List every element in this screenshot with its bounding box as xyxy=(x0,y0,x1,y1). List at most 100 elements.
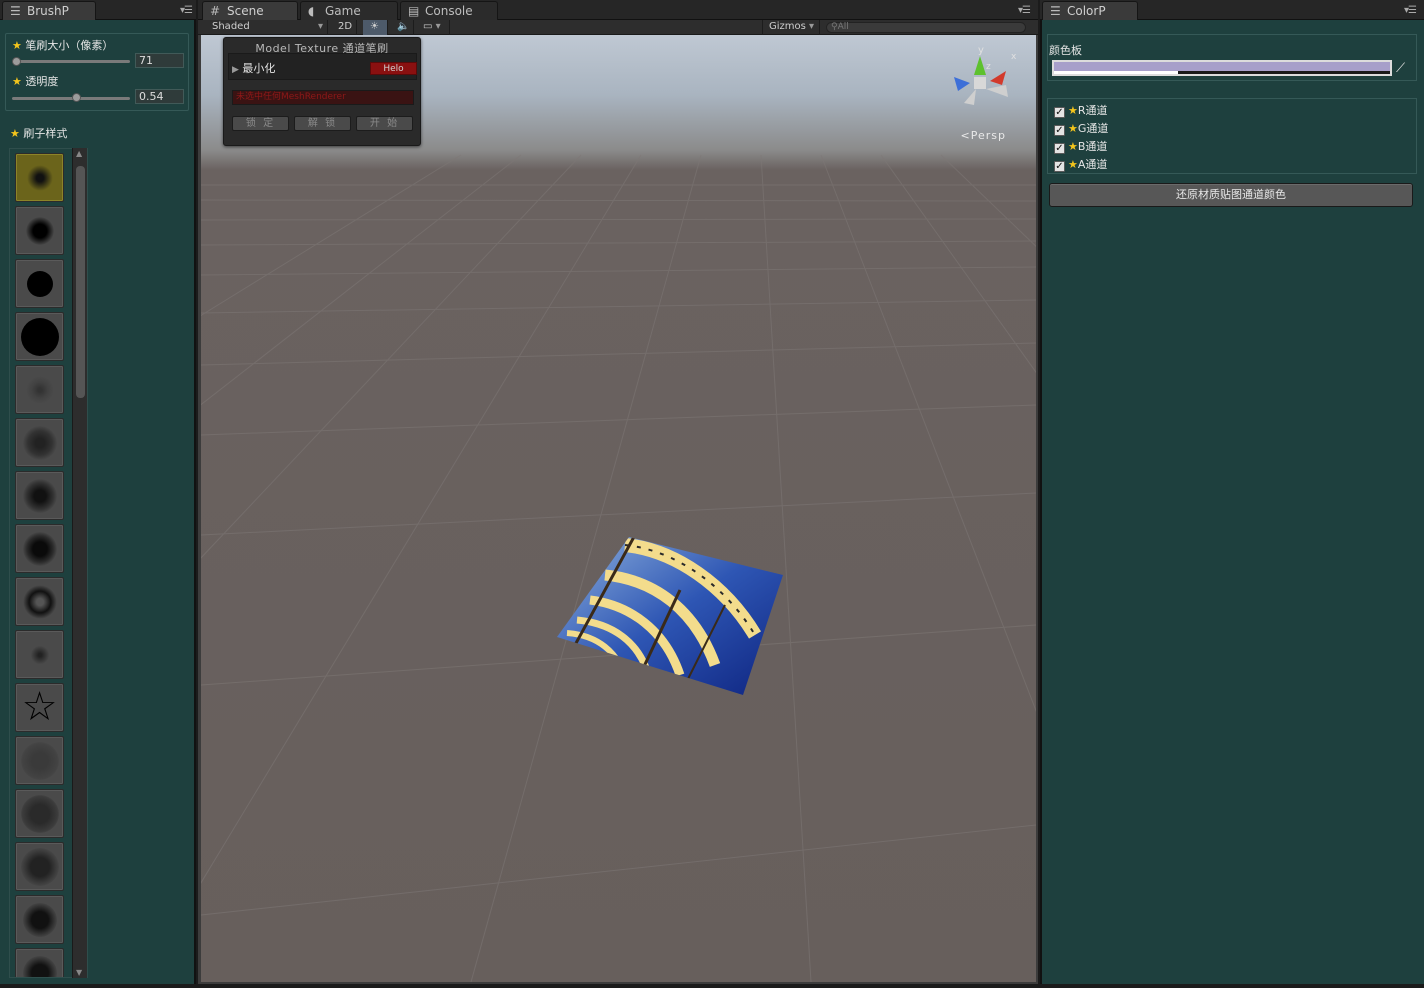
lighting-toggle[interactable]: ☀ xyxy=(363,20,388,35)
effects-dropdown[interactable]: ▭ ▾ xyxy=(418,20,450,35)
audio-toggle[interactable]: 🔈 xyxy=(390,20,414,35)
opacity-row: ★ 透明度 xyxy=(12,73,58,89)
dropdown-arrow-icon: ▾ xyxy=(809,21,815,32)
start-button[interactable]: 开 始 xyxy=(356,116,413,131)
minimize-foldout[interactable]: ▶ 最小化 xyxy=(232,60,275,76)
ground-grid xyxy=(201,154,1036,982)
brush-item-hard-large[interactable] xyxy=(15,312,64,361)
warning-field: 未选中任何MeshRenderer xyxy=(232,90,414,105)
opacity-label: 透明度 xyxy=(25,75,59,88)
brush-item-texture-4[interactable] xyxy=(15,895,64,944)
brush-item-spatter-2[interactable] xyxy=(15,418,64,467)
brush-item-soft-small[interactable] xyxy=(15,206,64,255)
brushp-panel: ★ 笔刷大小（像素） 71 ★ 透明度 0.54 ★ 刷子样式 ☆ ▲ ▼ xyxy=(0,20,196,984)
checkbox[interactable]: ✓ xyxy=(1054,107,1065,118)
scene-tabbar: # Scene ◖ Game ▤ Console ▾☰ xyxy=(198,0,1038,20)
persp-label[interactable]: <Persp xyxy=(961,129,1006,142)
eyedropper-icon[interactable]: ⟋ xyxy=(1396,61,1405,76)
brush-item-spatter-1[interactable] xyxy=(15,365,64,414)
color-field[interactable] xyxy=(1052,60,1392,76)
tab-brushp[interactable]: ☰ BrushP xyxy=(2,1,96,20)
tab-scene-label: Scene xyxy=(227,4,264,18)
brush-item-spatter-4[interactable] xyxy=(15,524,64,573)
brush-list-scrollbar[interactable]: ▲ ▼ xyxy=(72,148,87,978)
scroll-up-icon[interactable]: ▲ xyxy=(76,149,82,158)
lock-button[interactable]: 锁 定 xyxy=(232,116,289,131)
dropdown-arrow-icon: ▾ xyxy=(435,21,441,32)
scene-panel: Shaded ▾ 2D ☀ 🔈 ▭ ▾ Gizmos ▾ ⚲All y x z … xyxy=(198,20,1038,984)
grid-icon: # xyxy=(210,4,221,18)
brush-preview xyxy=(25,375,54,404)
brush-preview xyxy=(22,955,57,977)
brush-size-input[interactable]: 71 xyxy=(135,53,184,68)
brush-item-hard-medium[interactable] xyxy=(15,259,64,308)
minimize-label: 最小化 xyxy=(242,62,276,75)
search-icon: ⚲ xyxy=(831,22,838,32)
shading-mode-dropdown[interactable]: Shaded ▾ xyxy=(206,20,328,35)
unlock-button[interactable]: 解 锁 xyxy=(294,116,351,131)
panel-menu-icon[interactable]: ▾☰ xyxy=(180,5,193,16)
star-icon: ★ xyxy=(1068,158,1078,171)
brush-item-sparkle[interactable] xyxy=(15,630,64,679)
scene-viewport[interactable]: y x z <Persp Model Texture 通道笔刷 ▶ 最小化 He… xyxy=(201,35,1036,982)
channel-toggle-0[interactable]: ✓ ★R通道 xyxy=(1054,102,1108,118)
panel-menu-icon[interactable]: ▾☰ xyxy=(1018,5,1031,16)
channel-label: G通道 xyxy=(1077,122,1109,135)
scroll-down-icon[interactable]: ▼ xyxy=(76,968,82,977)
channel-label: B通道 xyxy=(1077,140,1108,153)
image-icon: ▭ xyxy=(423,21,433,32)
star-icon: ★ xyxy=(10,127,20,140)
gizmo-x-label: x xyxy=(1011,52,1017,62)
gizmos-dropdown[interactable]: Gizmos ▾ xyxy=(762,20,820,35)
checkbox[interactable]: ✓ xyxy=(1054,125,1065,136)
channel-toggle-3[interactable]: ✓ ★A通道 xyxy=(1054,156,1108,172)
tab-colorp[interactable]: ☰ ColorP xyxy=(1042,1,1138,20)
colorp-tabbar: ☰ ColorP ▾☰ xyxy=(1040,0,1424,20)
opacity-slider-thumb[interactable] xyxy=(71,93,81,102)
scene-search-input[interactable]: ⚲All xyxy=(826,22,1026,33)
brush-item-soft-blur[interactable] xyxy=(15,153,64,202)
opacity-input[interactable]: 0.54 xyxy=(135,89,184,104)
brush-item-star-outline[interactable]: ☆ xyxy=(15,683,64,732)
channel-toggle-2[interactable]: ✓ ★B通道 xyxy=(1054,138,1108,154)
scrollbar-thumb[interactable] xyxy=(76,166,85,398)
model-texture-brush-window: Model Texture 通道笔刷 ▶ 最小化 Helo 未选中任何MeshR… xyxy=(223,37,421,146)
brush-item-spatter-3[interactable] xyxy=(15,471,64,520)
brush-preview xyxy=(22,478,57,513)
checkbox[interactable]: ✓ xyxy=(1054,143,1065,154)
brush-preview xyxy=(22,425,57,460)
brush-item-flower[interactable] xyxy=(15,577,64,626)
toggle-2d-button[interactable]: 2D xyxy=(332,20,357,35)
star-icon: ★ xyxy=(1068,140,1078,153)
brush-size-slider-thumb[interactable] xyxy=(11,57,21,66)
tab-colorp-label: ColorP xyxy=(1067,4,1106,18)
tab-scene[interactable]: # Scene xyxy=(202,1,298,20)
brush-preview xyxy=(20,741,59,780)
tab-console[interactable]: ▤ Console xyxy=(400,1,498,20)
star-icon: ★ xyxy=(12,75,22,88)
panel-menu-icon[interactable]: ▾☰ xyxy=(1404,5,1417,16)
restore-channel-colors-button[interactable]: 还原材质贴图通道颜色 xyxy=(1049,183,1413,207)
sun-icon: ☀ xyxy=(370,21,379,32)
brush-item-texture-5[interactable] xyxy=(15,948,64,977)
brush-preview xyxy=(22,584,57,619)
brush-size-slider-track[interactable] xyxy=(12,60,130,63)
brush-preview xyxy=(20,317,59,356)
tab-game[interactable]: ◖ Game xyxy=(300,1,398,20)
brush-item-texture-2[interactable] xyxy=(15,789,64,838)
orientation-gizmo[interactable]: y x z xyxy=(950,41,1020,131)
gizmo-z-label: z xyxy=(986,62,991,72)
checkbox[interactable]: ✓ xyxy=(1054,161,1065,172)
brush-item-texture-1[interactable] xyxy=(15,736,64,785)
list-icon: ☰ xyxy=(10,4,21,18)
brush-item-texture-3[interactable] xyxy=(15,842,64,891)
brush-size-row: ★ 笔刷大小（像素） xyxy=(12,37,113,53)
textured-plane[interactable] xyxy=(555,535,785,697)
channel-label: A通道 xyxy=(1077,158,1108,171)
star-icon: ★ xyxy=(1068,122,1078,135)
tab-console-label: Console xyxy=(425,4,473,18)
toggle-2d-label: 2D xyxy=(338,21,353,32)
hello-button[interactable]: Helo xyxy=(370,62,417,75)
tab-game-label: Game xyxy=(325,4,361,18)
channel-toggle-1[interactable]: ✓ ★G通道 xyxy=(1054,120,1109,136)
